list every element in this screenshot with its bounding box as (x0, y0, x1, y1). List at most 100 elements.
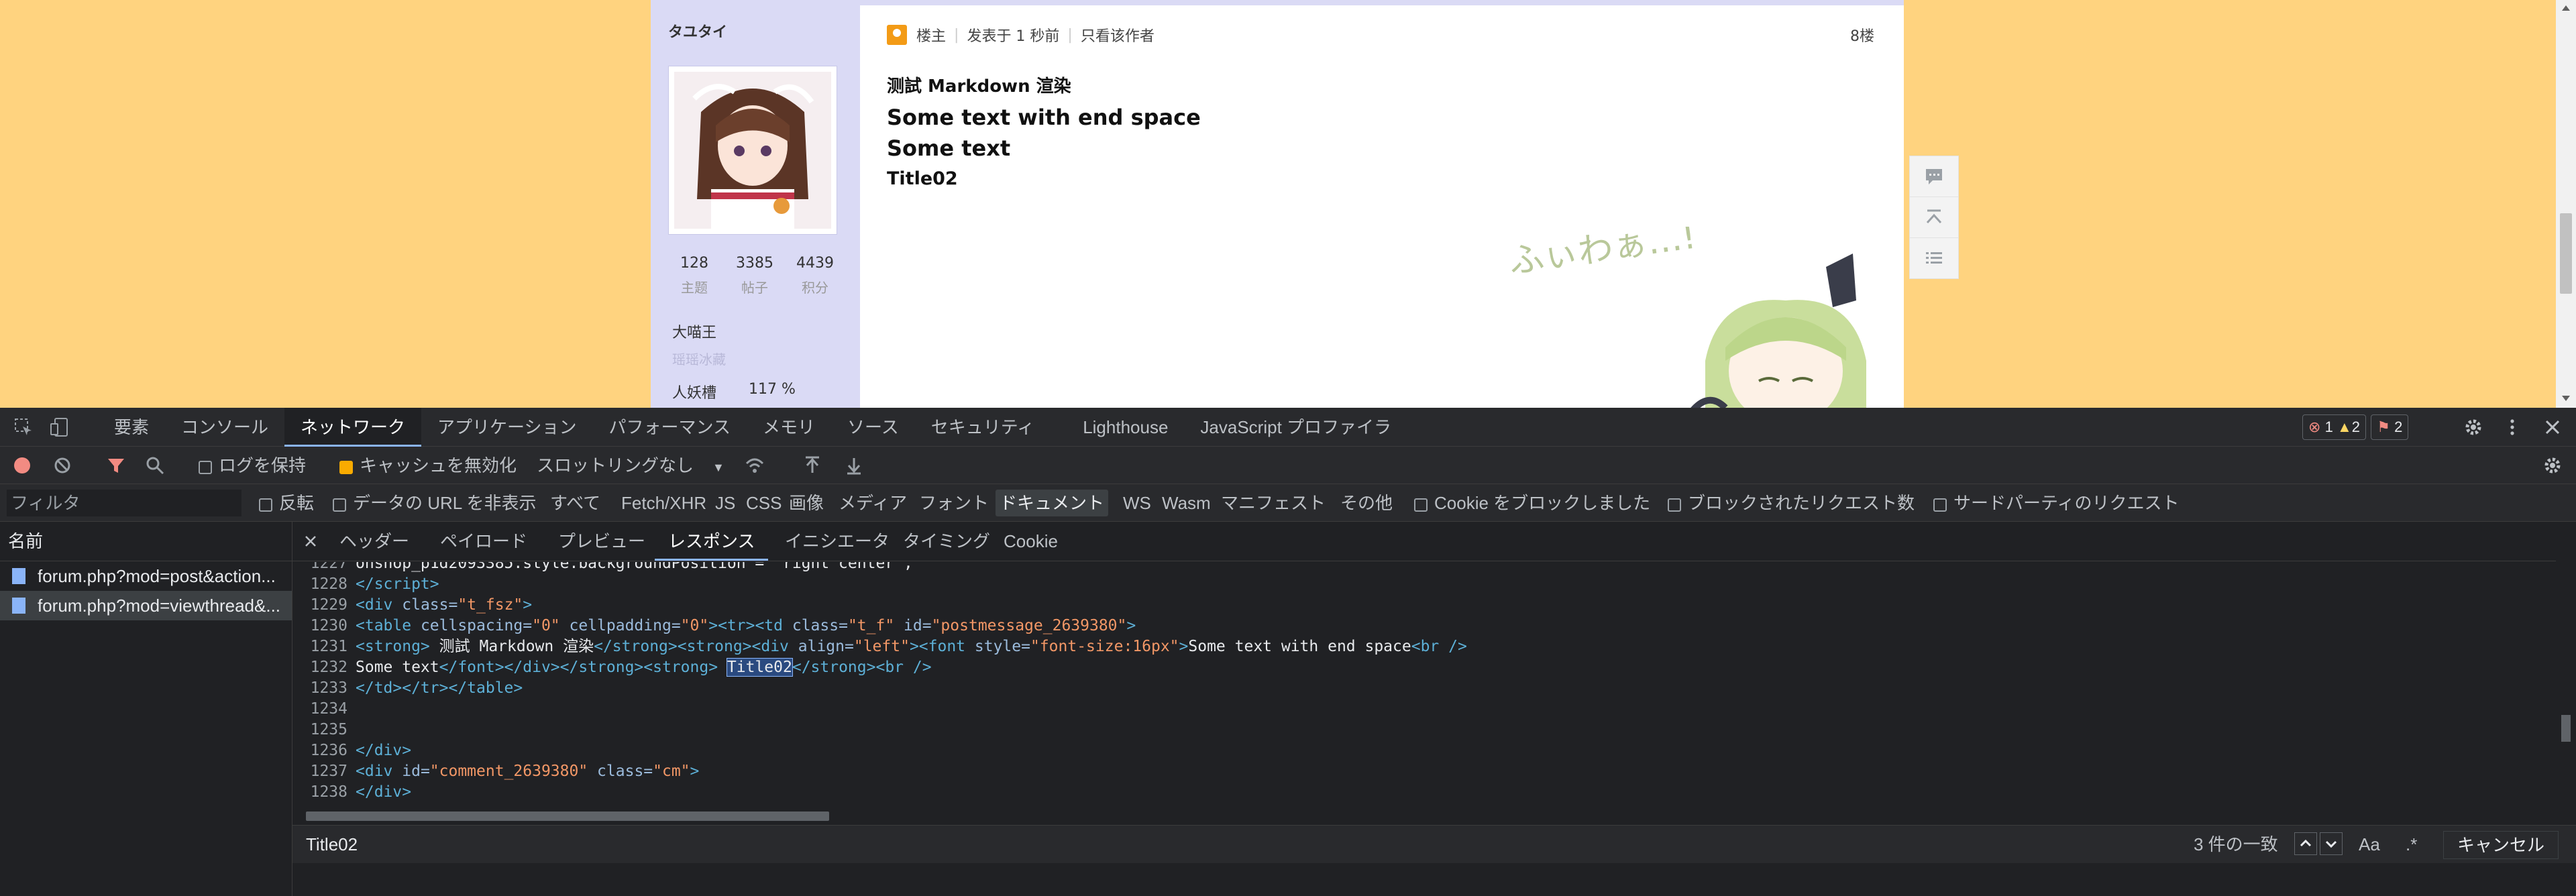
inspect-element-icon[interactable] (13, 417, 34, 437)
tab-timing[interactable]: タイミング (890, 522, 1004, 561)
stat-topics[interactable]: 128 主题 (664, 255, 724, 296)
search-icon[interactable] (145, 455, 165, 475)
filter-type-other[interactable]: その他 (1336, 490, 1397, 516)
stat-value: 128 (680, 255, 708, 272)
blocked-requests-checkbox[interactable] (1668, 498, 1681, 512)
reply-button[interactable] (1910, 156, 1958, 197)
scroll-thumb[interactable] (306, 811, 829, 821)
tab-console[interactable]: コンソール (165, 408, 284, 447)
only-author-link[interactable]: 只看该作者 (1081, 24, 1155, 46)
stat-posts[interactable]: 3385 帖子 (724, 255, 785, 296)
filter-type-js[interactable]: JS (711, 490, 739, 516)
scroll-thumb[interactable] (2561, 715, 2571, 742)
close-devtools-icon[interactable] (2542, 417, 2563, 437)
filter-type-ws[interactable]: WS (1119, 490, 1155, 516)
scroll-thumb[interactable] (2560, 213, 2572, 294)
tab-cookies[interactable]: Cookie (990, 522, 1071, 561)
list-icon (1926, 252, 1942, 264)
username[interactable]: タユタイ (668, 20, 727, 42)
tab-sources[interactable]: ソース (831, 408, 915, 447)
hide-data-urls-toggle[interactable]: データの URL を非表示 (333, 484, 537, 522)
third-party-checkbox[interactable] (1933, 498, 1947, 512)
hide-data-urls-checkbox[interactable] (333, 498, 346, 512)
disable-cache-toggle[interactable]: キャッシュを無効化 (339, 447, 517, 484)
tab-memory[interactable]: メモリ (747, 408, 831, 447)
tab-js-profiler[interactable]: JavaScript プロファイラ (1184, 408, 1407, 447)
back-to-top-button[interactable] (1910, 197, 1958, 238)
previous-match-button[interactable] (2294, 832, 2317, 855)
clear-icon[interactable] (52, 455, 72, 475)
invert-toggle[interactable]: 反転 (259, 484, 314, 522)
page-scrollbar[interactable] (2556, 0, 2576, 408)
tab-lighthouse[interactable]: Lighthouse (1051, 408, 1184, 447)
record-stop-icon[interactable] (12, 455, 32, 475)
floor-number[interactable]: 8楼 (1850, 24, 1874, 46)
code-text: </div> (356, 742, 412, 759)
match-case-toggle[interactable]: Aa (2359, 826, 2380, 863)
invert-checkbox[interactable] (259, 498, 272, 512)
filter-type-css[interactable]: CSS (742, 490, 786, 516)
tab-initiator[interactable]: イニシエータ (771, 522, 903, 561)
tab-application[interactable]: アプリケーション (421, 408, 592, 447)
scroll-up-arrow[interactable] (2562, 5, 2570, 11)
preserve-log-checkbox[interactable] (199, 461, 212, 474)
post-line: 测試 Markdown 渲染 (887, 76, 1071, 97)
code-line: 1233 </td></tr></table> (292, 678, 523, 699)
more-options-icon[interactable] (2502, 417, 2522, 437)
decor-text: ふぃわぁ…! (1506, 227, 1698, 282)
preserve-log-toggle[interactable]: ログを保持 (199, 447, 306, 484)
export-har-icon[interactable] (844, 455, 864, 475)
filter-type-doc[interactable]: ドキュメント (996, 490, 1109, 516)
blocked-requests-toggle[interactable]: ブロックされたリクエスト数 (1668, 484, 1915, 522)
filter-type-media[interactable]: メディア (835, 490, 911, 516)
response-vertical-scrollbar[interactable] (2556, 561, 2576, 845)
avatar[interactable] (668, 66, 837, 235)
blocked-cookies-checkbox[interactable] (1414, 498, 1428, 512)
response-source-view[interactable]: 1227 onshop_p1d2093385.style.backgroundPo… (292, 562, 2552, 803)
response-horizontal-scrollbar[interactable] (292, 807, 2552, 825)
filter-type-img[interactable]: 画像 (785, 490, 828, 516)
tab-payload[interactable]: ペイロード (427, 522, 541, 561)
tab-network[interactable]: ネットワーク (284, 408, 422, 447)
chevron-down-icon: ▼ (712, 461, 724, 474)
request-row-selected[interactable]: forum.php?mod=viewthread&... (0, 591, 292, 620)
import-har-icon[interactable] (802, 455, 822, 475)
filter-type-all[interactable]: すべて (546, 490, 604, 516)
error-warning-badge[interactable]: ⊗ 1 ▲2 (2302, 414, 2366, 440)
filter-icon[interactable] (106, 455, 126, 475)
filter-type-font[interactable]: フォント (915, 490, 993, 516)
filter-type-fetch-xhr[interactable]: Fetch/XHR (617, 490, 710, 516)
tab-performance[interactable]: パフォーマンス (593, 408, 747, 447)
network-conditions-icon[interactable] (745, 455, 765, 475)
close-detail-icon[interactable] (302, 533, 319, 550)
tab-headers[interactable]: ヘッダー (326, 522, 423, 561)
filter-type-manifest[interactable]: マニフェスト (1217, 490, 1330, 516)
list-button[interactable] (1910, 238, 1958, 278)
issues-badge[interactable]: ⚑ 2 (2371, 414, 2409, 440)
disable-cache-label: キャッシュを無効化 (360, 455, 517, 475)
scroll-down-arrow[interactable] (2562, 396, 2570, 401)
tab-security[interactable]: セキュリティ (915, 408, 1051, 447)
code-line: 1229 <div class="t_fsz"> (292, 595, 533, 616)
next-match-button[interactable] (2320, 832, 2343, 855)
issues-badges[interactable]: ⊗ 1 ▲2 ⚑ 2 (2302, 414, 2409, 440)
regex-toggle[interactable]: .* (2406, 826, 2417, 863)
tab-preview[interactable]: プレビュー (545, 522, 659, 561)
name-column-header[interactable]: 名前 (0, 522, 292, 561)
blocked-cookies-toggle[interactable]: Cookie をブロックしました (1414, 484, 1650, 522)
network-settings-gear-icon[interactable] (2542, 455, 2563, 475)
settings-gear-icon[interactable] (2463, 417, 2483, 437)
device-toolbar-icon[interactable] (50, 417, 70, 437)
tab-response[interactable]: レスポンス (655, 522, 769, 561)
filter-type-wasm[interactable]: Wasm (1158, 490, 1215, 516)
cancel-search-button[interactable]: キャンセル (2443, 831, 2559, 859)
search-input[interactable]: Title02 (306, 826, 358, 863)
filter-input[interactable]: フィルタ (7, 490, 241, 516)
stat-points[interactable]: 4439 积分 (785, 255, 845, 296)
disable-cache-checkbox[interactable] (339, 461, 353, 474)
throttling-select[interactable]: スロットリングなし ▼ (537, 447, 724, 484)
request-row[interactable]: forum.php?mod=post&action... (0, 561, 292, 591)
third-party-toggle[interactable]: サードパーティのリクエスト (1933, 484, 2179, 522)
tab-elements[interactable]: 要素 (98, 408, 165, 447)
code-text: </script> (356, 575, 439, 593)
